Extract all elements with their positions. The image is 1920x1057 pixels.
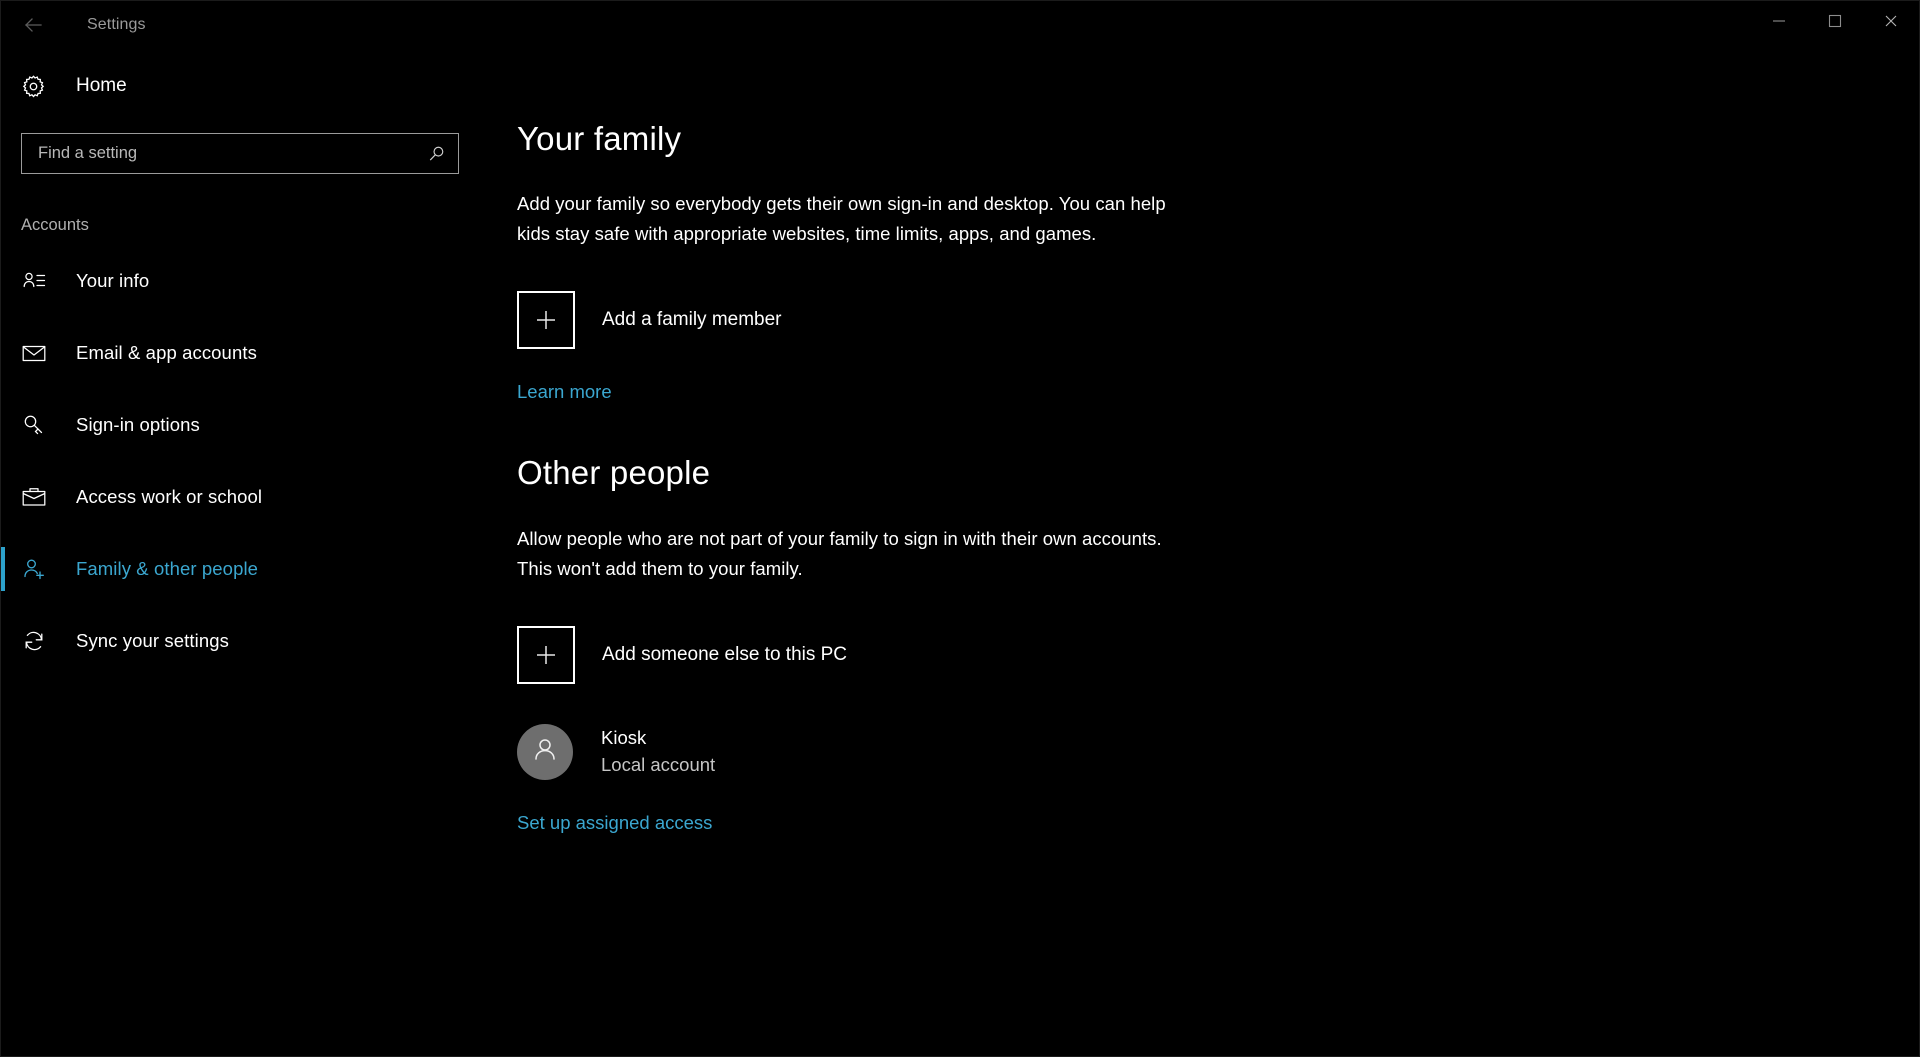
user-card-icon <box>21 268 61 294</box>
content-area: Home Accounts <box>1 49 1919 1056</box>
search-input[interactable] <box>22 134 458 173</box>
window-controls <box>1751 1 1919 41</box>
back-button[interactable] <box>9 5 57 45</box>
sidebar-item-label: Family & other people <box>76 558 259 579</box>
user-add-icon <box>21 556 61 582</box>
sidebar-item-label: Sign-in options <box>76 414 200 435</box>
sidebar-item-label: Access work or school <box>76 486 263 507</box>
envelope-icon <box>21 340 61 366</box>
selection-accent-bar <box>1 331 5 375</box>
sidebar-item-family-other-people[interactable]: Family & other people <box>1 533 479 605</box>
sidebar-item-your-info[interactable]: Your info <box>1 245 479 317</box>
search-icon[interactable] <box>427 144 446 163</box>
app-title: Settings <box>87 16 146 33</box>
key-icon <box>21 412 61 438</box>
set-up-assigned-access-link[interactable]: Set up assigned access <box>517 812 712 834</box>
maximize-button[interactable] <box>1807 1 1863 41</box>
add-someone-else-button[interactable]: Add someone else to this PC <box>517 625 1919 684</box>
plus-icon <box>517 625 575 684</box>
close-icon <box>1883 13 1899 29</box>
maximize-icon <box>1827 13 1843 29</box>
back-arrow-icon <box>21 13 45 37</box>
sidebar-item-access-work-or-school[interactable]: Access work or school <box>1 461 479 533</box>
sidebar-item-sync-your-settings[interactable]: Sync your settings <box>1 605 479 677</box>
selection-accent-bar <box>1 259 5 303</box>
your-family-description: Add your family so everybody gets their … <box>517 193 1166 245</box>
sidebar-item-sign-in-options[interactable]: Sign-in options <box>1 389 479 461</box>
sidebar-item-label: Email & app accounts <box>76 342 257 363</box>
page-title-your-family: Your family <box>517 120 682 157</box>
title-bar: Settings <box>1 1 1919 49</box>
close-button[interactable] <box>1863 1 1919 41</box>
selection-accent-bar <box>1 403 5 447</box>
section-divider-spacer <box>517 403 1919 455</box>
search-box[interactable] <box>21 133 459 174</box>
sidebar-item-label: Sync your settings <box>76 630 229 651</box>
add-someone-else-label: Add someone else to this PC <box>602 643 848 665</box>
avatar <box>517 723 573 780</box>
selection-accent-bar <box>1 619 5 663</box>
settings-window: Settings Home Find a setting Accounts Yo… <box>0 0 1920 1057</box>
account-name: Kiosk <box>601 726 647 748</box>
selection-accent-bar <box>1 475 5 519</box>
page-title-other-people: Other people <box>517 454 711 492</box>
other-people-description: Allow people who are not part of your fa… <box>517 527 1162 579</box>
account-list-item[interactable]: Kiosk Local account <box>517 723 1919 780</box>
person-avatar-icon <box>529 733 561 770</box>
minimize-button[interactable] <box>1751 1 1807 41</box>
add-family-member-label: Add a family member <box>602 309 782 331</box>
plus-icon <box>517 291 575 350</box>
selection-accent-bar <box>1 547 5 591</box>
sidebar-item-label: Your info <box>76 270 150 291</box>
account-type: Local account <box>601 753 716 775</box>
learn-more-link[interactable]: Learn more <box>517 381 612 403</box>
sidebar-item-email-app-accounts[interactable]: Email & app accounts <box>1 317 479 389</box>
add-family-member-button[interactable]: Add a family member <box>517 291 1919 350</box>
minimize-icon <box>1771 13 1787 29</box>
sync-icon <box>21 628 61 654</box>
account-text: Kiosk Local account <box>601 725 715 779</box>
briefcase-icon <box>21 484 61 510</box>
